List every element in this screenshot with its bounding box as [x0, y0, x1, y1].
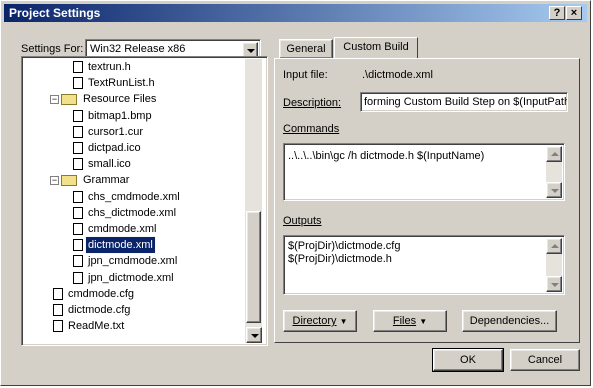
tree-item-label: Resource Files — [83, 93, 157, 106]
tree-item-label: ReadMe.txt — [68, 320, 125, 333]
directory-label: Directory — [292, 315, 337, 327]
commands-textarea[interactable]: ..\..\..\bin\gc /h dictmode.h $(InputNam… — [283, 143, 565, 201]
outputs-textarea[interactable]: $(ProjDir)\dictmode.cfg $(ProjDir)\dictm… — [283, 235, 565, 295]
file-icon — [73, 255, 83, 268]
file-icon — [73, 239, 83, 252]
file-icon — [73, 271, 83, 284]
file-icon — [73, 206, 83, 219]
dropdown-arrow-icon: ▼ — [339, 317, 348, 326]
tree-item-label: dictmode.xml — [85, 236, 156, 255]
commands-scrollbar[interactable] — [546, 146, 562, 198]
description-value: forming Custom Build Step on $(InputPath… — [364, 96, 568, 108]
project-settings-dialog: Project Settings ? × Settings For: Win32… — [0, 0, 591, 386]
input-file-label: Input file: — [283, 69, 328, 81]
ok-button[interactable]: OK — [432, 348, 504, 372]
files-label: Files — [392, 315, 417, 327]
tree-item-label: jpn_dictmode.xml — [88, 271, 174, 284]
input-file-value: .\dictmode.xml — [362, 69, 433, 81]
title-bar[interactable]: Project Settings ? × — [4, 4, 587, 22]
folder-open-icon — [61, 175, 77, 187]
cancel-button[interactable]: Cancel — [510, 349, 580, 371]
file-icon — [73, 77, 83, 90]
tree-item-label: cmdmode.xml — [88, 223, 157, 235]
settings-for-label-text: Settings For: — [21, 43, 84, 55]
description-label: Description: — [283, 97, 342, 109]
file-icon — [53, 287, 63, 300]
settings-for-value: Win32 Release x86 — [90, 43, 186, 55]
chevron-down-icon — [247, 49, 255, 53]
outputs-scrollbar[interactable] — [546, 238, 562, 292]
tree-scrollbar[interactable] — [245, 59, 262, 343]
outputs-scroll-down-button[interactable] — [546, 276, 562, 292]
dependencies-button[interactable]: Dependencies... — [462, 310, 557, 332]
project-tree-items: textrun.h TextRunList.h − Resource Files bit… — [24, 59, 265, 344]
outputs-line-2: $(ProjDir)\dictmode.h — [288, 253, 392, 265]
tree-item-label: dictmode.cfg — [68, 304, 131, 316]
tree-item-label: textrun.h — [88, 61, 131, 73]
tree-item-label: chs_dictmode.xml — [88, 206, 177, 219]
file-icon — [73, 190, 83, 203]
file-icon — [73, 61, 83, 73]
arrow-up-icon — [551, 244, 559, 248]
close-button[interactable]: × — [566, 6, 582, 20]
arrow-down-icon — [551, 189, 559, 193]
file-icon — [73, 158, 83, 171]
tree-item-label: dictpad.ico — [88, 142, 141, 154]
description-input[interactable]: forming Custom Build Step on $(InputPath… — [360, 92, 568, 112]
tree-item-label: cursor1.cur — [88, 125, 144, 138]
file-icon — [73, 142, 83, 154]
tree-scroll-down-button[interactable] — [246, 327, 262, 343]
tree-item-label: TextRunList.h — [88, 77, 155, 90]
tab-custom-build[interactable]: Custom Build — [334, 37, 418, 59]
file-icon — [53, 320, 63, 333]
window-title: Project Settings — [9, 6, 101, 20]
dropdown-arrow-icon: ▼ — [419, 317, 428, 326]
tab-general[interactable]: General — [279, 39, 333, 59]
file-icon — [73, 125, 83, 138]
arrow-up-icon — [551, 152, 559, 156]
tree-item-label: small.ico — [88, 158, 131, 171]
commands-scroll-down-button[interactable] — [546, 182, 562, 198]
collapse-icon[interactable]: − — [50, 95, 59, 105]
files-button[interactable]: Files ▼ — [373, 310, 447, 332]
file-icon — [53, 304, 63, 316]
collapse-icon[interactable]: − — [50, 176, 59, 186]
tree-item-label: Grammar — [83, 174, 130, 187]
commands-text: ..\..\..\bin\gc /h dictmode.h $(InputNam… — [288, 150, 485, 162]
tree-scroll-thumb[interactable] — [246, 211, 261, 323]
settings-for-label: Settings For: — [21, 43, 83, 55]
tree-item-label: bitmap1.bmp — [88, 109, 152, 122]
commands-label: Commands — [283, 123, 340, 135]
arrow-down-icon — [551, 283, 559, 287]
arrow-down-icon — [251, 334, 259, 338]
outputs-line-1: $(ProjDir)\dictmode.cfg — [288, 240, 401, 252]
file-icon — [73, 109, 83, 122]
help-button[interactable]: ? — [549, 6, 565, 20]
tree-item-label: chs_cmdmode.xml — [88, 190, 180, 203]
tree-item-label: jpn_cmdmode.xml — [88, 255, 178, 268]
tree-item-label: cmdmode.cfg — [68, 287, 135, 300]
outputs-scroll-up-button[interactable] — [546, 238, 562, 254]
commands-scroll-up-button[interactable] — [546, 146, 562, 162]
directory-button[interactable]: Directory ▼ — [283, 310, 357, 332]
folder-open-icon — [61, 94, 77, 106]
file-icon — [73, 223, 83, 235]
outputs-label: Outputs — [283, 215, 322, 227]
